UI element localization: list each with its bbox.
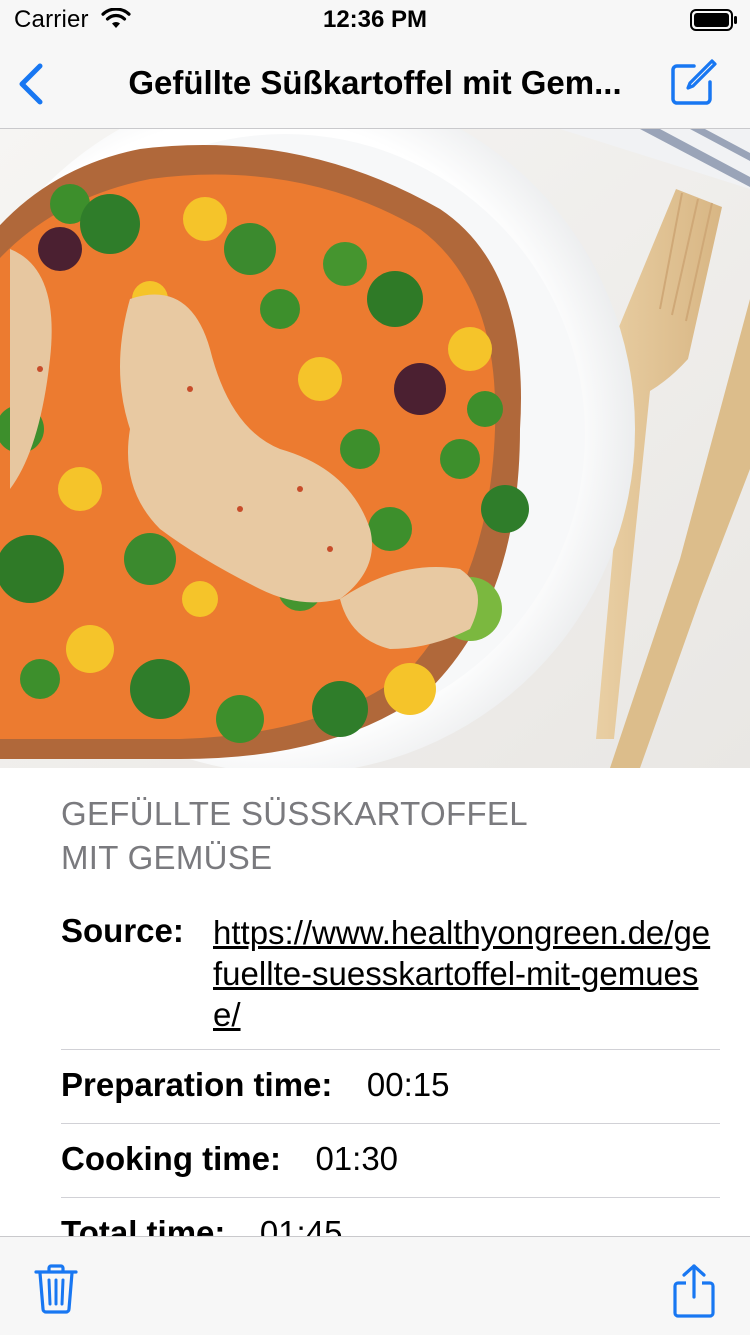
status-time: 12:36 PM	[322, 6, 428, 33]
divider	[61, 1049, 720, 1050]
divider	[61, 1197, 720, 1198]
total-time-value: 01:45	[259, 1214, 343, 1236]
preparation-time-value: 00:15	[366, 1066, 450, 1103]
total-time-label: Total time:	[61, 1214, 226, 1236]
cooking-time-row: Cooking time: 01:30	[61, 1140, 721, 1178]
preparation-time-label: Preparation time:	[61, 1066, 333, 1103]
share-icon[interactable]	[672, 1263, 716, 1319]
source-link[interactable]: https://www.healthyongreen.de/gefuellte-…	[213, 912, 713, 1035]
source-row: Source: https://www.healthyongreen.de/ge…	[61, 912, 721, 1035]
total-time-row: Total time: 01:45	[61, 1214, 721, 1236]
battery-icon	[690, 9, 737, 31]
recipe-photo	[0, 129, 750, 768]
preparation-time-row: Preparation time: 00:15	[61, 1066, 721, 1104]
recipe-details: GEFÜLLTE SÜSSKARTOFFEL MIT GEMÜSE Source…	[0, 768, 750, 1236]
divider	[61, 1123, 720, 1124]
status-bar: Carrier 12:36 PM	[0, 0, 750, 40]
recipe-title: GEFÜLLTE SÜSSKARTOFFEL MIT GEMÜSE	[61, 795, 527, 876]
compose-icon[interactable]	[668, 58, 718, 108]
navigation-bar: Gefüllte Süßkartoffel mit Gem...	[0, 40, 750, 129]
back-button[interactable]	[14, 60, 54, 108]
source-label: Source:	[61, 912, 184, 949]
bottom-toolbar	[0, 1236, 750, 1335]
nav-title: Gefüllte Süßkartoffel mit Gem...	[128, 64, 622, 101]
cooking-time-label: Cooking time:	[61, 1140, 281, 1177]
cooking-time-value: 01:30	[315, 1140, 399, 1177]
trash-icon[interactable]	[34, 1263, 78, 1315]
